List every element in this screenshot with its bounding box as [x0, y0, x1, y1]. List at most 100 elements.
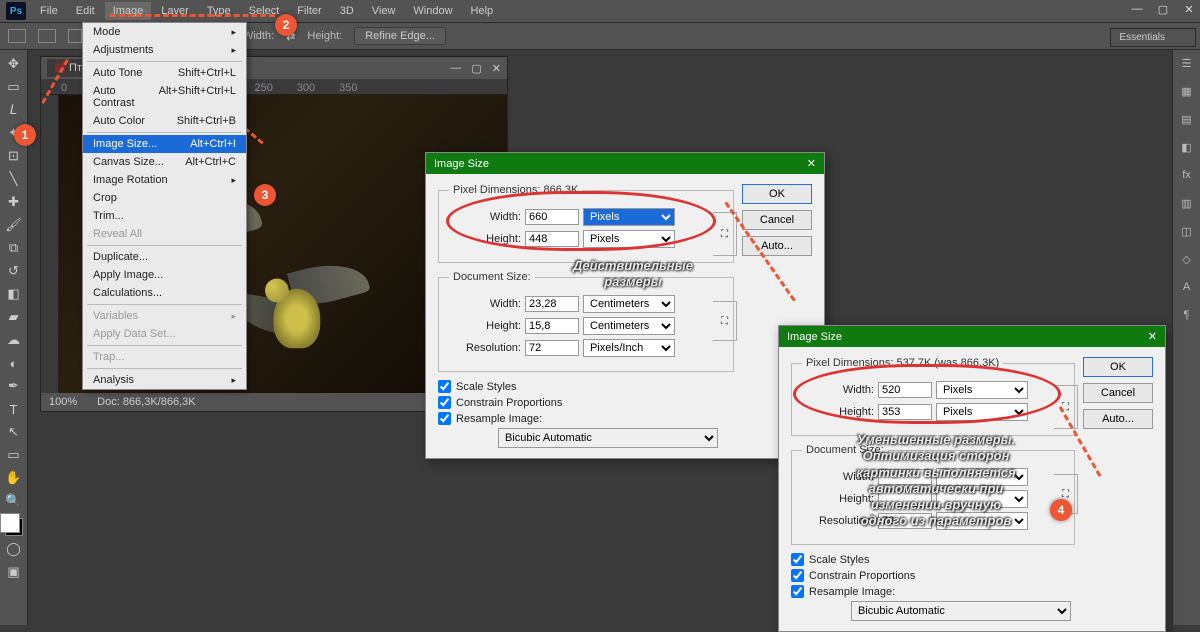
doc-minimize-icon[interactable]: — [450, 62, 461, 75]
paths-panel-icon[interactable]: ◇ [1177, 250, 1197, 268]
history-brush-icon[interactable]: ↺ [3, 261, 25, 281]
dwidth-input[interactable] [878, 469, 932, 485]
char-panel-icon[interactable]: A [1177, 278, 1197, 296]
res-unit-select[interactable] [936, 512, 1028, 530]
res-unit-select[interactable]: Pixels/Inch [583, 339, 675, 357]
scale-styles-checkbox[interactable] [791, 553, 804, 566]
move-tool-icon[interactable]: ✥ [3, 54, 25, 74]
scale-styles-checkbox[interactable] [438, 380, 451, 393]
eraser-tool-icon[interactable]: ◧ [3, 284, 25, 304]
resample-checkbox[interactable] [438, 412, 451, 425]
res-input[interactable] [525, 340, 579, 356]
shape-tool-icon[interactable]: ▭ [3, 445, 25, 465]
res-input[interactable] [878, 513, 932, 529]
swatches-panel-icon[interactable]: ▤ [1177, 110, 1197, 128]
constrain-checkbox[interactable] [438, 396, 451, 409]
channels-panel-icon[interactable]: ◫ [1177, 222, 1197, 240]
pen-tool-icon[interactable]: ✒ [3, 376, 25, 396]
menu-item[interactable]: Reveal All [83, 225, 246, 243]
crop-tool-icon[interactable]: ⊡ [3, 146, 25, 166]
eyedropper-tool-icon[interactable]: ╲ [3, 169, 25, 189]
zoom-level[interactable]: 100% [49, 396, 77, 408]
width-input[interactable] [525, 209, 579, 225]
history-panel-icon[interactable]: ☰ [1177, 54, 1197, 72]
menu-item[interactable]: Trap... [83, 348, 246, 366]
refine-edge-button[interactable]: Refine Edge... [354, 27, 446, 45]
dheight-unit-select[interactable] [936, 490, 1028, 508]
menu-item[interactable]: Adjustments [83, 41, 246, 59]
selmode-new-icon[interactable] [68, 29, 82, 43]
menu-item[interactable]: Auto ToneShift+Ctrl+L [83, 64, 246, 82]
dwidth-input[interactable] [525, 296, 579, 312]
quickmask-icon[interactable]: ◯ [3, 539, 25, 559]
link-icon[interactable] [713, 301, 737, 341]
menu-edit[interactable]: Edit [68, 2, 103, 20]
color-swatch[interactable] [5, 518, 23, 536]
para-panel-icon[interactable]: ¶ [1177, 306, 1197, 324]
resample-checkbox[interactable] [791, 585, 804, 598]
menu-item[interactable]: Trim... [83, 207, 246, 225]
menu-item[interactable]: Variables [83, 307, 246, 325]
menu-item[interactable]: Image Rotation [83, 171, 246, 189]
blur-tool-icon[interactable]: ☁ [3, 330, 25, 350]
adjust-panel-icon[interactable]: ◧ [1177, 138, 1197, 156]
ok-button[interactable]: OK [1083, 357, 1153, 377]
workspace-select[interactable]: Essentials [1110, 28, 1196, 47]
height-input[interactable] [525, 231, 579, 247]
dialog-close-icon[interactable]: ✕ [807, 157, 816, 170]
height-unit-select[interactable]: Pixels [936, 403, 1028, 421]
menu-file[interactable]: File [32, 2, 66, 20]
gradient-tool-icon[interactable]: ▰ [3, 307, 25, 327]
menu-image[interactable]: Image [105, 2, 152, 20]
layers-panel-icon[interactable]: ▥ [1177, 194, 1197, 212]
zoom-tool-icon[interactable]: 🔍 [3, 491, 25, 511]
dialog-close-icon[interactable]: ✕ [1148, 330, 1157, 343]
brush-tool-icon[interactable]: 🖌 [3, 215, 25, 235]
width-input[interactable] [878, 382, 932, 398]
menu-item[interactable]: Apply Image... [83, 266, 246, 284]
auto-button[interactable]: Auto... [1083, 409, 1153, 429]
cancel-button[interactable]: Cancel [1083, 383, 1153, 403]
maximize-icon[interactable]: ▢ [1156, 2, 1170, 16]
lasso-tool-icon[interactable]: 𝘓 [3, 100, 25, 120]
menu-item[interactable]: Crop [83, 189, 246, 207]
height-unit-select[interactable]: Pixels [583, 230, 675, 248]
menu-window[interactable]: Window [405, 2, 460, 20]
dwidth-unit-select[interactable] [936, 468, 1028, 486]
link-icon[interactable] [1054, 385, 1078, 429]
color-panel-icon[interactable]: ▦ [1177, 82, 1197, 100]
menu-item[interactable]: Auto ColorShift+Ctrl+B [83, 112, 246, 130]
constrain-checkbox[interactable] [791, 569, 804, 582]
menu-item[interactable]: Mode [83, 23, 246, 41]
menu-item[interactable]: Duplicate... [83, 248, 246, 266]
tool-preset-icon[interactable] [8, 29, 26, 43]
menu-item[interactable]: Image Size...Alt+Ctrl+I [83, 135, 246, 153]
menu-item[interactable]: Apply Data Set... [83, 325, 246, 343]
dwidth-unit-select[interactable]: Centimeters [583, 295, 675, 313]
cancel-button[interactable]: Cancel [742, 210, 812, 230]
menu-layer[interactable]: Layer [153, 2, 197, 20]
resample-method-select[interactable]: Bicubic Automatic [498, 428, 718, 448]
menu-3d[interactable]: 3D [332, 2, 362, 20]
menu-item[interactable]: Auto ContrastAlt+Shift+Ctrl+L [83, 82, 246, 112]
close-icon[interactable]: ✕ [1182, 2, 1196, 16]
width-unit-select[interactable]: Pixels [936, 381, 1028, 399]
doc-close-icon[interactable]: ✕ [492, 62, 501, 75]
hand-tool-icon[interactable]: ✋ [3, 468, 25, 488]
dodge-tool-icon[interactable]: ◐ [3, 353, 25, 373]
dheight-input[interactable] [525, 318, 579, 334]
auto-button[interactable]: Auto... [742, 236, 812, 256]
link-icon[interactable] [713, 212, 737, 256]
menu-item[interactable]: Calculations... [83, 284, 246, 302]
width-unit-select[interactable]: Pixels [583, 208, 675, 226]
menu-filter[interactable]: Filter [289, 2, 329, 20]
doc-maximize-icon[interactable]: ▢ [471, 62, 481, 75]
menu-help[interactable]: Help [463, 2, 502, 20]
ok-button[interactable]: OK [742, 184, 812, 204]
dheight-input[interactable] [878, 491, 932, 507]
resample-method-select[interactable]: Bicubic Automatic [851, 601, 1071, 621]
height-input[interactable] [878, 404, 932, 420]
marquee-mode-icon[interactable] [38, 29, 56, 43]
menu-type[interactable]: Type [199, 2, 239, 20]
type-tool-icon[interactable]: T [3, 399, 25, 419]
